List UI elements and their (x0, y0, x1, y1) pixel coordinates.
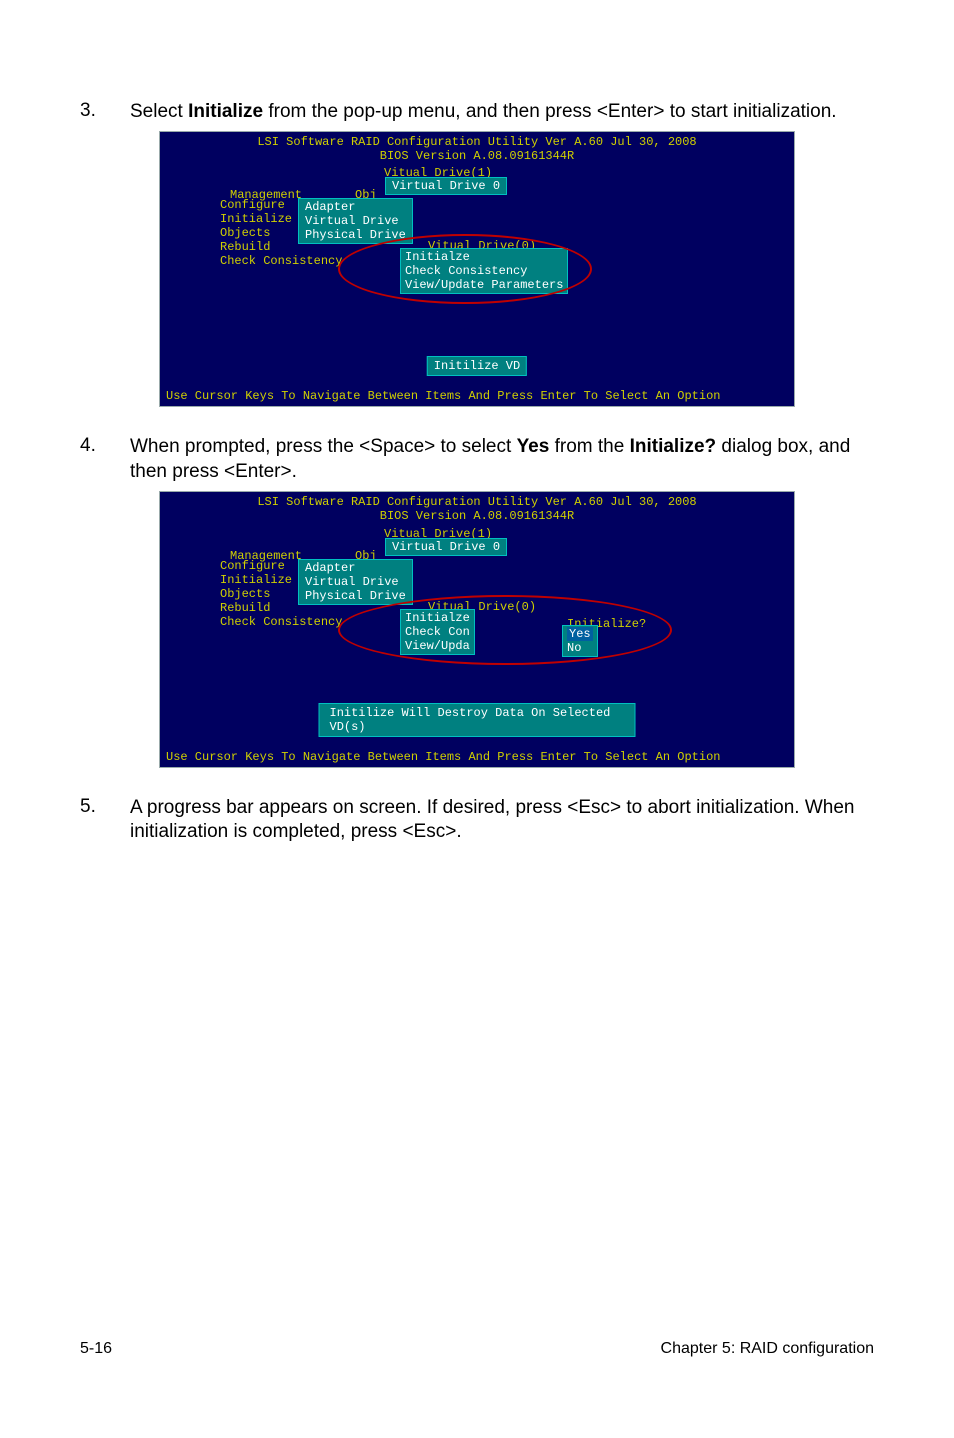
bios-footer: Use Cursor Keys To Navigate Between Item… (160, 747, 794, 767)
submenu-item: Physical Drive (305, 228, 406, 242)
bios-body: Vitual Drive(1) Virtual Drive 0 Obj Mana… (160, 166, 794, 386)
text-fragment: When prompted, press the <Space> to sele… (130, 436, 517, 457)
management-label: Management (230, 549, 302, 563)
submenu-item: Physical Drive (305, 589, 406, 603)
bold-keyword: Initialize? (630, 436, 717, 457)
popup-item: Check Con (405, 625, 470, 639)
status-bar: Initilize Will Destroy Data On Selected … (319, 703, 636, 737)
management-label: Management (230, 188, 302, 202)
step-text: When prompted, press the <Space> to sele… (130, 435, 874, 484)
bios-header: LSI Software RAID Configuration Utility … (160, 492, 794, 527)
bold-keyword: Initialize (188, 101, 263, 122)
chapter-title: Chapter 5: RAID configuration (661, 1340, 874, 1358)
objects-submenu: Adapter Virtual Drive Physical Drive (298, 559, 413, 605)
page-number: 5-16 (80, 1340, 112, 1358)
virtual-drive-box: Virtual Drive 0 (385, 177, 507, 195)
text-fragment: from the (549, 436, 629, 457)
vd-popup: Initialze Check Con View/Upda (400, 609, 475, 655)
submenu-item: Adapter (305, 561, 406, 575)
step-number: 5. (80, 796, 130, 845)
bios-version: BIOS Version A.08.09161344R (160, 509, 794, 523)
text-fragment: Select (130, 101, 188, 122)
popup-item: Check Consistency (405, 264, 563, 278)
step-text: A progress bar appears on screen. If des… (130, 796, 874, 845)
no-option: No (567, 641, 593, 655)
bios-screenshot-2: LSI Software RAID Configuration Utility … (159, 491, 795, 768)
step-number: 4. (80, 435, 130, 484)
submenu-item: Virtual Drive (305, 575, 406, 589)
popup-item: View/Upda (405, 639, 470, 653)
menu-item: Check Consistency (220, 615, 342, 629)
submenu-item: Adapter (305, 200, 406, 214)
step-3: 3. Select Initialize from the pop-up men… (80, 100, 874, 125)
objects-submenu: Adapter Virtual Drive Physical Drive (298, 198, 413, 244)
yes-option: Yes (567, 627, 593, 641)
step-4: 4. When prompted, press the <Space> to s… (80, 435, 874, 484)
popup-item: Initialze (405, 250, 563, 264)
bios-screenshot-1: LSI Software RAID Configuration Utility … (159, 131, 795, 408)
text-fragment: from the pop-up menu, and then press <En… (263, 101, 837, 122)
step-number: 3. (80, 100, 130, 125)
step-5: 5. A progress bar appears on screen. If … (80, 796, 874, 845)
bios-body: Vitual Drive(1) Virtual Drive 0 Obj Mana… (160, 527, 794, 747)
virtual-drive-box: Virtual Drive 0 (385, 538, 507, 556)
bios-version: BIOS Version A.08.09161344R (160, 149, 794, 163)
popup-item: View/Update Parameters (405, 278, 563, 292)
bold-keyword: Yes (517, 436, 550, 457)
bios-title: LSI Software RAID Configuration Utility … (160, 495, 794, 509)
menu-item: Check Consistency (220, 254, 342, 268)
popup-item: Initialze (405, 611, 470, 625)
page-footer: 5-16 Chapter 5: RAID configuration (80, 1340, 874, 1358)
bios-header: LSI Software RAID Configuration Utility … (160, 132, 794, 167)
step-text: Select Initialize from the pop-up menu, … (130, 100, 874, 125)
status-bar: Initilize VD (427, 356, 527, 376)
initialize-prompt: Yes No (562, 625, 598, 657)
bios-title: LSI Software RAID Configuration Utility … (160, 135, 794, 149)
submenu-item: Virtual Drive (305, 214, 406, 228)
vd-popup: Initialze Check Consistency View/Update … (400, 248, 568, 294)
bios-footer: Use Cursor Keys To Navigate Between Item… (160, 386, 794, 406)
